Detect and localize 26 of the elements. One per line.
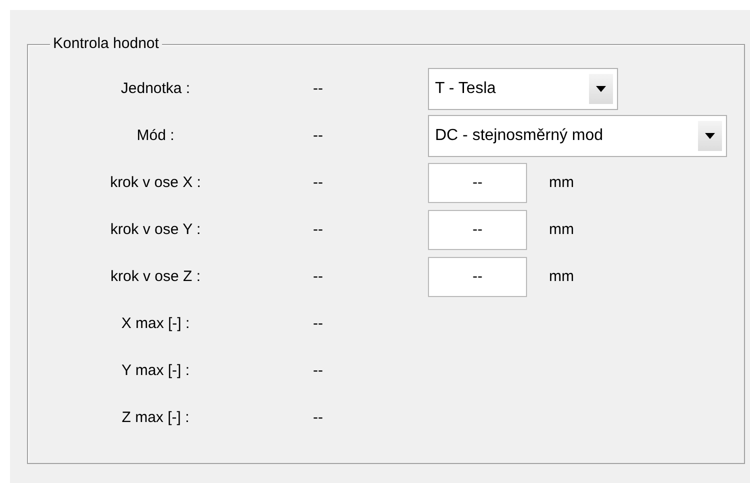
- field-label: Z max [-] :: [120, 409, 190, 426]
- dropdown[interactable]: DC - stejnosměrný mod: [428, 114, 727, 156]
- unit-label: mm: [549, 268, 574, 285]
- caret-icon: [596, 86, 606, 92]
- field-label: krok v ose Y :: [109, 221, 201, 238]
- input-field[interactable]: --: [428, 162, 527, 202]
- field-label: Y max [-] :: [120, 362, 190, 379]
- field-label: krok v ose X :: [109, 174, 201, 191]
- input-field[interactable]: --: [428, 210, 527, 250]
- value-text: --: [312, 127, 324, 144]
- value-text: --: [312, 362, 324, 379]
- field-label: Jednotka :: [120, 80, 190, 97]
- dropdown[interactable]: T - Tesla: [428, 68, 618, 110]
- value-text: --: [312, 174, 324, 191]
- field-label: Mód :: [136, 127, 174, 144]
- value-text: --: [312, 315, 324, 332]
- caret-icon: [705, 132, 715, 138]
- input-field[interactable]: --: [428, 256, 527, 296]
- field-label: krok v ose Z :: [109, 268, 201, 285]
- unit-label: mm: [549, 174, 574, 191]
- unit-label: mm: [549, 221, 574, 238]
- value-text: --: [312, 268, 324, 285]
- value-text: --: [312, 80, 324, 97]
- value-text: --: [312, 221, 324, 238]
- field-label: X max [-] :: [120, 315, 190, 332]
- value-text: --: [312, 409, 324, 426]
